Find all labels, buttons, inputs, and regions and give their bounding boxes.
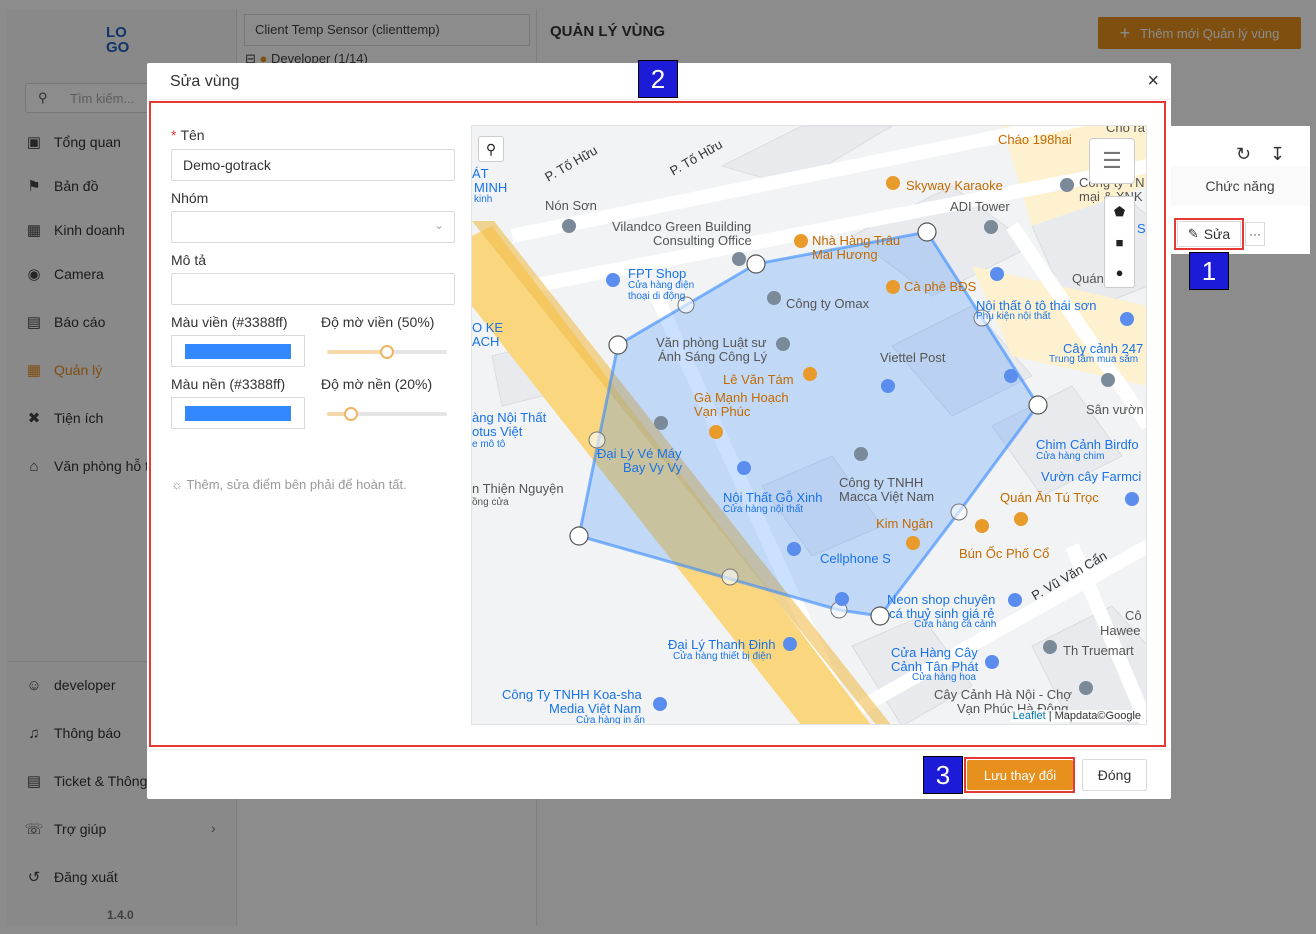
step-badge-3: 3: [923, 756, 963, 794]
close-button[interactable]: Đóng: [1082, 759, 1147, 791]
column-header-actions-visible: Chức năng: [1170, 166, 1310, 206]
close-icon[interactable]: ×: [1147, 70, 1159, 93]
more-actions-button[interactable]: ···: [1245, 222, 1265, 246]
highlight-edit-button: [1174, 218, 1244, 250]
modal-header-divider: [147, 99, 1171, 100]
step-badge-1: 1: [1189, 252, 1229, 290]
modal-title: Sửa vùng: [170, 73, 240, 90]
highlight-form-area: [149, 101, 1166, 747]
highlight-save-button: [964, 757, 1075, 793]
modal-footer-divider: [147, 749, 1171, 750]
step-badge-2: 2: [638, 60, 678, 98]
refresh-icon[interactable]: ↻: [1236, 144, 1251, 165]
column-height-icon[interactable]: ↧: [1270, 144, 1285, 165]
